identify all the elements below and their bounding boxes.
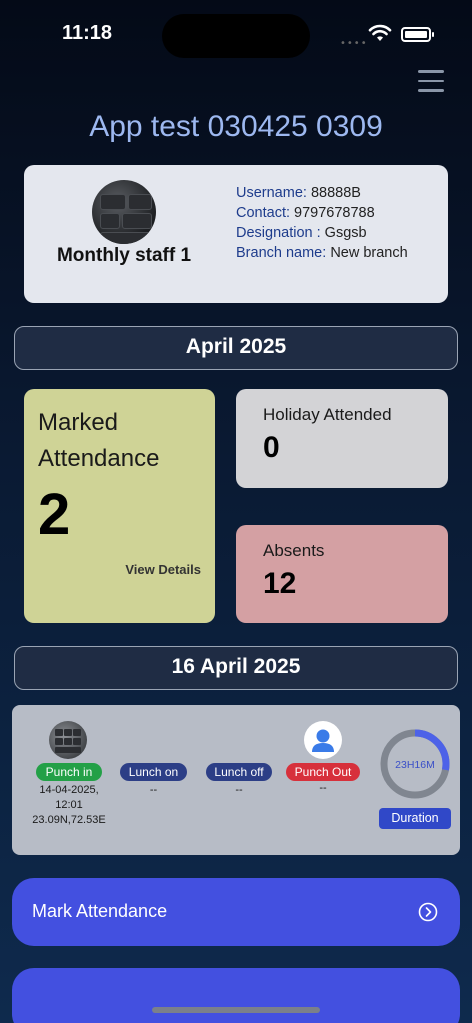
punch-out-value: -- — [319, 782, 327, 794]
holiday-attended-count: 0 — [263, 431, 280, 464]
absents-tile[interactable]: Absents 12 — [236, 525, 448, 623]
marked-attendance-label: Marked Attendance — [38, 405, 159, 477]
secondary-action-button[interactable] — [12, 968, 460, 1023]
profile-card: Monthly staff 1 Username: 88888B Contact… — [24, 165, 448, 303]
holiday-attended-tile[interactable]: Holiday Attended 0 — [236, 389, 448, 488]
punch-in-badge: Punch in — [36, 763, 102, 781]
duration-badge: Duration — [379, 808, 451, 829]
signal-icon: •••• — [340, 38, 368, 49]
battery-icon — [401, 27, 434, 42]
designation-label: Designation : — [236, 225, 321, 241]
profile-info: Username: 88888B Contact: 9797678788 Des… — [236, 183, 408, 263]
duration-ring: 23H16M — [380, 729, 450, 799]
punch-out-badge: Punch Out — [286, 763, 360, 781]
punch-in-location: 23.09N,72.53E — [32, 814, 106, 826]
month-header: April 2025 — [14, 326, 458, 370]
view-details-link[interactable]: View Details — [125, 562, 201, 577]
status-bar: 11:18 •••• — [0, 0, 472, 70]
avatar — [92, 180, 156, 244]
punch-out-user-icon[interactable] — [304, 721, 342, 759]
lunch-off-value: -- — [235, 784, 243, 796]
absents-label: Absents — [263, 541, 325, 560]
punch-in-photo[interactable] — [49, 721, 87, 759]
punch-in-details: 14-04-2025, 12:01 23.09N,72.53E — [28, 783, 110, 828]
mark-attendance-label: Mark Attendance — [32, 901, 168, 921]
contact-label: Contact: — [236, 205, 290, 221]
absents-count: 12 — [263, 567, 297, 600]
punch-card: Punch in Lunch on Lunch off Punch Out 14… — [12, 705, 460, 855]
marked-attendance-tile[interactable]: Marked Attendance 2 View Details — [24, 389, 215, 623]
lunch-on-badge: Lunch on — [120, 763, 187, 781]
hamburger-menu-icon[interactable] — [418, 70, 446, 94]
contact-value: 9797678788 — [294, 205, 375, 221]
branch-label: Branch name: — [236, 245, 327, 261]
day-header: 16 April 2025 — [14, 646, 458, 690]
username-label: Username: — [236, 185, 307, 201]
designation-value: Gsgsb — [324, 225, 367, 241]
mark-attendance-button[interactable]: Mark Attendance — [12, 878, 460, 946]
punch-in-time: 12:01 — [55, 799, 83, 811]
lunch-on-value: -- — [149, 784, 158, 796]
dynamic-island — [162, 14, 310, 58]
marked-attendance-count: 2 — [38, 482, 71, 547]
lunch-off-badge: Lunch off — [206, 763, 272, 781]
holiday-attended-label: Holiday Attended — [263, 405, 392, 424]
marked-label-line1: Marked — [38, 409, 119, 436]
staff-name: Monthly staff 1 — [56, 245, 192, 266]
branch-value: New branch — [330, 245, 408, 261]
page-title: App test 030425 0309 — [89, 110, 383, 143]
punch-in-date: 14-04-2025, — [39, 784, 99, 796]
marked-label-line2: Attendance — [38, 445, 160, 472]
duration-value: 23H16M — [395, 759, 435, 771]
status-time: 11:18 — [62, 22, 113, 44]
wifi-icon — [368, 24, 392, 41]
home-indicator[interactable] — [152, 1007, 320, 1013]
chevron-right-circle-icon — [418, 902, 438, 922]
username-value: 88888B — [310, 185, 361, 201]
